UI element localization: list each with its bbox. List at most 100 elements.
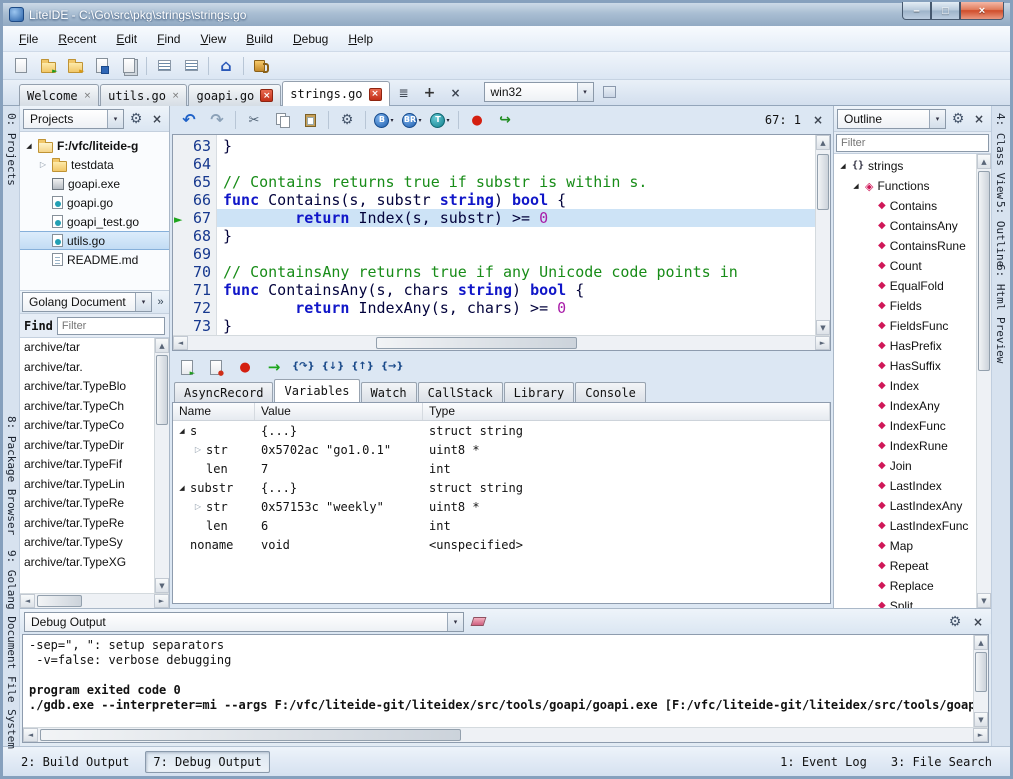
redo-button[interactable]: ↷	[204, 108, 230, 132]
scroll-down-icon[interactable]: ▼	[974, 712, 988, 727]
outline-vscrollbar[interactable]: ▲ ▼	[976, 154, 991, 608]
variable-row[interactable]: ◢substr{...}struct string	[173, 478, 830, 497]
outline-item-Contains[interactable]: ◆Contains	[834, 196, 976, 216]
scroll-down-icon[interactable]: ▼	[977, 593, 991, 608]
scroll-up-icon[interactable]: ▲	[155, 338, 169, 353]
env-config-button[interactable]	[599, 81, 621, 103]
panel-menu-button[interactable]: ⚙	[946, 613, 964, 631]
close-tab-icon[interactable]: ×	[260, 89, 273, 102]
scroll-thumb[interactable]	[817, 154, 829, 210]
menu-build[interactable]: Build	[236, 28, 283, 50]
code-line[interactable]: return Index(s, substr) >= 0	[217, 209, 815, 227]
save-all-button[interactable]	[116, 54, 142, 78]
chevron-down-icon[interactable]: ▾	[135, 293, 151, 311]
output-vscrollbar[interactable]: ▲ ▼	[973, 635, 988, 727]
scroll-thumb[interactable]	[376, 337, 577, 349]
scroll-up-icon[interactable]: ▲	[974, 635, 988, 650]
code-editor[interactable]: 6364656667►686970717273 }// Contains ret…	[172, 134, 831, 351]
scroll-up-icon[interactable]: ▲	[977, 154, 991, 169]
paste-button[interactable]	[297, 108, 323, 132]
outline-item-strings[interactable]: ◢{}strings	[834, 156, 976, 176]
code-line[interactable]	[217, 245, 815, 263]
doc-list-item[interactable]: archive/tar	[20, 338, 154, 358]
outline-item-Count[interactable]: ◆Count	[834, 256, 976, 276]
debug-tab-Console[interactable]: Console	[575, 382, 646, 402]
side-tab-6-html-preview[interactable]: 6: Html Preview	[993, 260, 1008, 367]
outline-item-IndexRune[interactable]: ◆IndexRune	[834, 436, 976, 456]
outline-item-Join[interactable]: ◆Join	[834, 456, 976, 476]
doc-list-hscrollbar[interactable]: ◄ ►	[20, 593, 169, 608]
start-debug-button[interactable]: ●	[464, 108, 490, 132]
menu-debug[interactable]: Debug	[283, 28, 338, 50]
build-button[interactable]: B▾	[371, 108, 397, 132]
outline-item-Map[interactable]: ◆Map	[834, 536, 976, 556]
test-button[interactable]: T▾	[427, 108, 453, 132]
close-tab-button[interactable]: ×	[443, 81, 469, 105]
outline-item-LastIndexAny[interactable]: ◆LastIndexAny	[834, 496, 976, 516]
cut-button[interactable]: ✂	[241, 108, 267, 132]
scroll-left-icon[interactable]: ◄	[173, 336, 188, 350]
outline-item-Split[interactable]: ◆Split	[834, 596, 976, 608]
outline-item-FieldsFunc[interactable]: ◆FieldsFunc	[834, 316, 976, 336]
variable-row[interactable]: len6int	[173, 516, 830, 535]
continue-debug-button[interactable]	[174, 355, 200, 379]
side-tab-file-system[interactable]: File System	[4, 672, 19, 753]
chevron-down-icon[interactable]: ▾	[107, 110, 123, 128]
status-button-1-event-log[interactable]: 1: Event Log	[772, 751, 875, 773]
scroll-right-icon[interactable]: ►	[973, 728, 988, 742]
playground-button[interactable]	[248, 54, 274, 78]
status-button-7-debug-output[interactable]: 7: Debug Output	[145, 751, 269, 773]
outline-item-ContainsAny[interactable]: ◆ContainsAny	[834, 216, 976, 236]
stop-debug-button[interactable]	[203, 355, 229, 379]
debug-tab-CallStack[interactable]: CallStack	[418, 382, 503, 402]
variable-row[interactable]: ▷str0x5702ac "go1.0.1"uint8 *	[173, 440, 830, 459]
tab-goapi.go[interactable]: goapi.go×	[188, 84, 281, 106]
close-tab-icon[interactable]: ×	[369, 88, 382, 101]
debug-tab-Library[interactable]: Library	[504, 382, 575, 402]
code-line[interactable]: }	[217, 137, 815, 155]
editor-close-button[interactable]: ×	[809, 111, 827, 129]
panel-selector-combo[interactable]: Projects ▾	[23, 109, 124, 129]
editor-list-button[interactable]	[151, 54, 177, 78]
variable-row[interactable]: len7int	[173, 459, 830, 478]
tab-Welcome[interactable]: Welcome×	[19, 84, 99, 106]
doc-list-vscrollbar[interactable]: ▲ ▼	[154, 338, 169, 593]
code-area[interactable]: }// Contains returns true if substr is w…	[217, 135, 815, 335]
outline-item-Repeat[interactable]: ◆Repeat	[834, 556, 976, 576]
panel-close-button[interactable]: ×	[969, 613, 987, 631]
home-button[interactable]: ⌂	[213, 54, 239, 78]
build-config-button[interactable]: ⚙	[334, 108, 360, 132]
doc-list-item[interactable]: archive/tar.TypeLin	[20, 475, 154, 495]
code-line[interactable]: return IndexAny(s, chars) >= 0	[217, 299, 815, 317]
tree-item-F:/vfc/liteide-g[interactable]: ◢F:/vfc/liteide-g	[20, 136, 169, 155]
panel-selector-combo[interactable]: Outline ▾	[837, 109, 946, 129]
minimize-button[interactable]: –	[902, 2, 931, 20]
scroll-left-icon[interactable]: ◄	[23, 728, 38, 742]
scroll-thumb[interactable]	[978, 171, 990, 371]
scroll-right-icon[interactable]: ►	[154, 594, 169, 608]
session-list-button[interactable]	[178, 54, 204, 78]
column-header-name[interactable]: Name	[173, 403, 255, 420]
open-file-button[interactable]	[35, 54, 61, 78]
code-line[interactable]: // ContainsAny returns true if any Unico…	[217, 263, 815, 281]
tab-utils.go[interactable]: utils.go×	[100, 84, 187, 106]
output-selector-combo[interactable]: Debug Output ▾	[24, 612, 464, 632]
panel-menu-button[interactable]: ⚙	[127, 110, 145, 128]
debug-tab-Variables[interactable]: Variables	[274, 379, 359, 402]
chevron-down-icon[interactable]: ▾	[929, 110, 945, 128]
tree-item-utils.go[interactable]: utils.go	[20, 231, 169, 250]
doc-list-item[interactable]: archive/tar.TypeFif	[20, 455, 154, 475]
side-tab-0-projects[interactable]: 0: Projects	[4, 109, 19, 190]
more-button[interactable]: »	[154, 296, 167, 308]
output-hscrollbar[interactable]: ◄ ►	[23, 727, 988, 742]
column-header-type[interactable]: Type	[423, 403, 830, 420]
variable-row[interactable]: ▷str0x57153c "weekly"uint8 *	[173, 497, 830, 516]
variable-row[interactable]: nonamevoid<unspecified>	[173, 535, 830, 554]
run-to-line-button[interactable]: {→}	[379, 355, 406, 379]
scroll-up-icon[interactable]: ▲	[816, 135, 830, 150]
show-current-line-button[interactable]: →	[261, 355, 287, 379]
outline-item-IndexAny[interactable]: ◆IndexAny	[834, 396, 976, 416]
tab-strings.go[interactable]: strings.go×	[282, 81, 389, 106]
menu-recent[interactable]: Recent	[48, 28, 106, 50]
scroll-down-icon[interactable]: ▼	[816, 320, 830, 335]
